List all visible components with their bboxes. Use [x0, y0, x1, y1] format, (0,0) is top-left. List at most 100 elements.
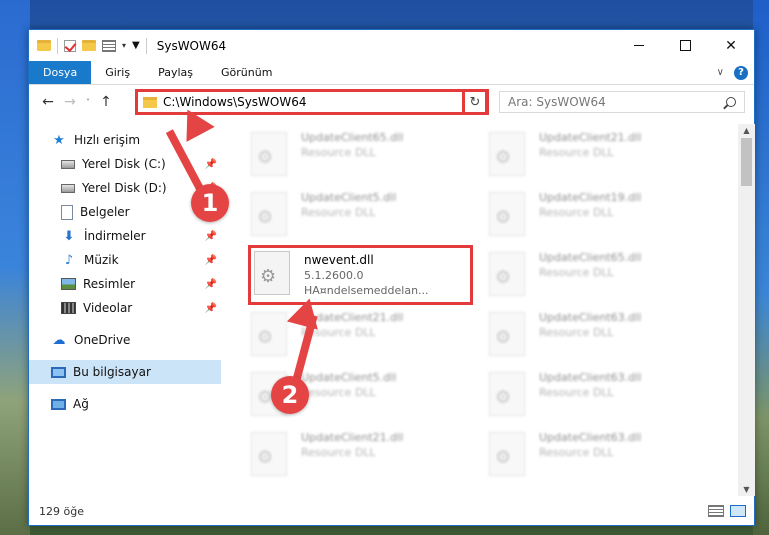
file-description: Resource DLL [301, 386, 376, 399]
dll-file-icon [489, 192, 525, 236]
star-icon: ★ [53, 132, 65, 148]
refresh-button[interactable]: ↻ [462, 89, 488, 115]
sidebar-item-this-pc[interactable]: Bu bilgisayar [29, 360, 221, 384]
sidebar-item-label: İndirmeler [84, 229, 146, 243]
dll-file-icon [254, 251, 290, 295]
sidebar-item-downloads[interactable]: ⬇ İndirmeler 📌 [29, 224, 221, 248]
desktop-background-right [753, 0, 769, 535]
file-item[interactable]: UpdateClient65.dll Resource DLL [251, 128, 471, 188]
chevron-down-icon[interactable]: ▾ [122, 41, 126, 50]
scroll-down-icon[interactable]: ▼ [738, 485, 755, 494]
tab-home[interactable]: Giriş [91, 61, 144, 84]
file-description: Resource DLL [539, 386, 614, 399]
window-controls: ✕ [616, 30, 754, 61]
sidebar-item-videos[interactable]: Videolar 📌 [29, 296, 221, 320]
file-description: Resource DLL [301, 206, 376, 219]
file-name: nwevent.dll [304, 253, 374, 267]
computer-icon [51, 366, 66, 378]
file-item[interactable]: UpdateClient63.dll Resource DLL [489, 428, 709, 488]
tab-share[interactable]: Paylaş [144, 61, 207, 84]
file-item[interactable]: UpdateClient19.dll Resource DLL [489, 188, 709, 248]
sidebar-item-music[interactable]: ♪ Müzik 📌 [29, 248, 221, 272]
customize-toolbar-icon[interactable]: ▼ [132, 40, 140, 51]
sidebar-item-pictures[interactable]: Resimler 📌 [29, 272, 221, 296]
vertical-scrollbar[interactable]: ▲ ▼ [738, 124, 755, 496]
drive-icon [61, 159, 75, 169]
address-path[interactable]: C:\Windows\SysWOW64 [163, 95, 466, 109]
file-description: Resource DLL [539, 206, 614, 219]
sidebar-item-label: Müzik [84, 253, 119, 267]
expand-ribbon-icon[interactable]: ∨ [717, 67, 724, 78]
file-item[interactable]: UpdateClient21.dllResource DLL [251, 308, 471, 368]
forward-button[interactable]: → [59, 94, 81, 110]
pin-icon[interactable]: 📌 [205, 255, 217, 266]
callout-badge-1: 1 [191, 184, 229, 222]
help-icon[interactable]: ? [734, 65, 748, 80]
file-item[interactable]: UpdateClient65.dll Resource DLL [489, 248, 709, 308]
file-description: Resource DLL [539, 446, 614, 459]
music-icon: ♪ [64, 252, 74, 268]
file-name: UpdateClient63.dll [539, 311, 642, 324]
pin-icon[interactable]: 📌 [205, 279, 217, 290]
title-bar: ▾ ▼ SysWOW64 ✕ [29, 30, 754, 61]
up-button[interactable]: ↑ [95, 94, 117, 110]
sidebar-item-label: Ağ [73, 397, 89, 411]
tab-view[interactable]: Görünüm [207, 61, 286, 84]
file-name: UpdateClient65.dll [539, 251, 642, 264]
dll-file-icon [251, 312, 287, 356]
scroll-thumb[interactable] [741, 138, 752, 186]
search-icon[interactable] [726, 97, 736, 107]
dll-file-icon [489, 132, 525, 176]
properties-icon[interactable] [102, 39, 116, 52]
sidebar-item-label: Videolar [83, 301, 133, 315]
sidebar-item-network[interactable]: Ağ [29, 392, 221, 416]
file-description: Resource DLL [301, 146, 376, 159]
sidebar-item-label: Bu bilgisayar [73, 365, 151, 379]
file-item-nwevent[interactable]: nwevent.dll 5.1.2600.0 HA¤ndelsemeddelan… [248, 245, 473, 305]
dll-file-icon [251, 432, 287, 476]
large-icons-view-icon[interactable] [730, 505, 746, 517]
sidebar-item-label: OneDrive [74, 333, 131, 347]
file-name: UpdateClient63.dll [539, 371, 642, 384]
file-description: Resource DLL [539, 266, 614, 279]
sidebar-item-label: Yerel Disk (C:) [82, 157, 166, 171]
folder-icon[interactable] [37, 40, 51, 51]
file-item[interactable]: UpdateClient63.dll Resource DLL [489, 308, 709, 368]
status-bar: 129 öğe [29, 497, 754, 525]
pin-icon[interactable]: 📌 [205, 231, 217, 242]
new-folder-icon[interactable] [82, 40, 96, 51]
file-item[interactable]: UpdateClient5.dll Resource DLL [251, 188, 471, 248]
pin-icon[interactable]: 📌 [205, 303, 217, 314]
dll-file-icon [489, 312, 525, 356]
back-button[interactable]: ← [37, 94, 59, 110]
file-name: UpdateClient63.dll [539, 431, 642, 444]
sidebar-item-onedrive[interactable]: ☁ OneDrive [29, 328, 221, 352]
drive-icon [61, 183, 75, 193]
network-icon [51, 398, 66, 410]
file-name: UpdateClient21.dll [301, 431, 404, 444]
minimize-button[interactable] [616, 30, 662, 61]
file-item[interactable]: UpdateClient21.dllResource DLL [489, 128, 709, 188]
dll-file-icon [251, 192, 287, 236]
file-item[interactable]: UpdateClient63.dll Resource DLL [489, 368, 709, 428]
recent-locations-button[interactable]: ˅ [81, 98, 95, 107]
close-button[interactable]: ✕ [708, 30, 754, 61]
ribbon-tabs: Dosya Giriş Paylaş Görünüm ∨ ? [29, 61, 754, 85]
view-switcher [708, 505, 754, 517]
quick-access-toolbar: ▾ ▼ [29, 37, 147, 54]
search-input[interactable]: Ara: SysWOW64 [499, 91, 745, 113]
details-view-icon[interactable] [708, 505, 724, 517]
properties-check-icon[interactable] [64, 39, 76, 52]
file-item[interactable]: UpdateClient21.dllResource DLL [251, 428, 471, 488]
tab-file[interactable]: Dosya [29, 61, 92, 84]
pin-icon[interactable]: 📌 [205, 159, 217, 170]
sidebar-item-label: Resimler [83, 277, 136, 291]
sidebar-item-label: Yerel Disk (D:) [82, 181, 167, 195]
dll-file-icon [489, 372, 525, 416]
sidebar-item-label: Hızlı erişim [74, 133, 141, 147]
document-icon [61, 204, 73, 220]
file-name: UpdateClient19.dll [539, 191, 642, 204]
maximize-button[interactable] [662, 30, 708, 61]
scroll-up-icon[interactable]: ▲ [738, 126, 755, 135]
dll-file-icon [251, 132, 287, 176]
